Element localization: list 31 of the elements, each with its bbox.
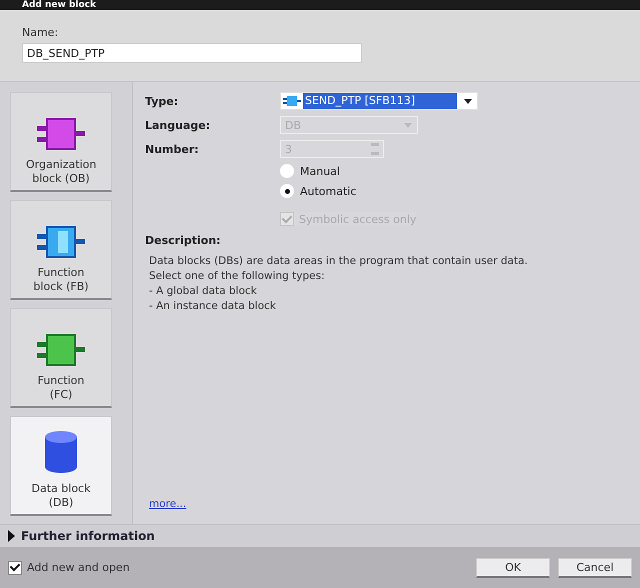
block-icon [283,96,301,106]
type-dropdown[interactable]: SEND_PTP [SFB113] [280,92,478,110]
name-field[interactable]: DB_SEND_PTP [22,43,362,63]
description-text: Data blocks (DBs) are data areas in the program that contain user data. [149,255,528,267]
add-new-and-open-checkbox[interactable]: Add new and open [8,560,130,574]
dropdown-arrow-icon [464,98,472,104]
dialog-button[interactable]: Cancel [558,558,632,578]
radio-option[interactable]: Manual [280,164,340,178]
block-type-button[interactable]: Function block (FB) [10,200,112,300]
description-text: - A global data block [149,285,257,297]
type-label: Type: [145,94,178,108]
name-label: Name: [22,26,60,39]
dropdown-arrow-icon [404,122,412,128]
description-text: Select one of the following types: [149,270,325,282]
block-icon [37,226,85,258]
dialog-button[interactable]: OK [476,558,550,578]
block-icon [37,118,85,150]
spin-arrows-icon [371,143,379,155]
block-type-button[interactable]: Data block (DB) [10,416,112,516]
cylinder-icon [44,430,78,474]
radio-option[interactable]: Automatic [280,184,356,198]
description-text: - An instance data block [149,300,276,312]
number-label: Number: [145,142,199,156]
language-label: Language: [145,118,210,132]
more-link[interactable]: more... [145,498,186,510]
further-information-expander[interactable]: Further information [0,524,640,547]
block-type-button[interactable]: Organization block (OB) [10,92,112,192]
block-icon [37,334,85,366]
description-label: Description: [145,234,222,247]
block-type-button[interactable]: Function (FC) [10,308,112,408]
window-title: Add new block [22,0,96,10]
